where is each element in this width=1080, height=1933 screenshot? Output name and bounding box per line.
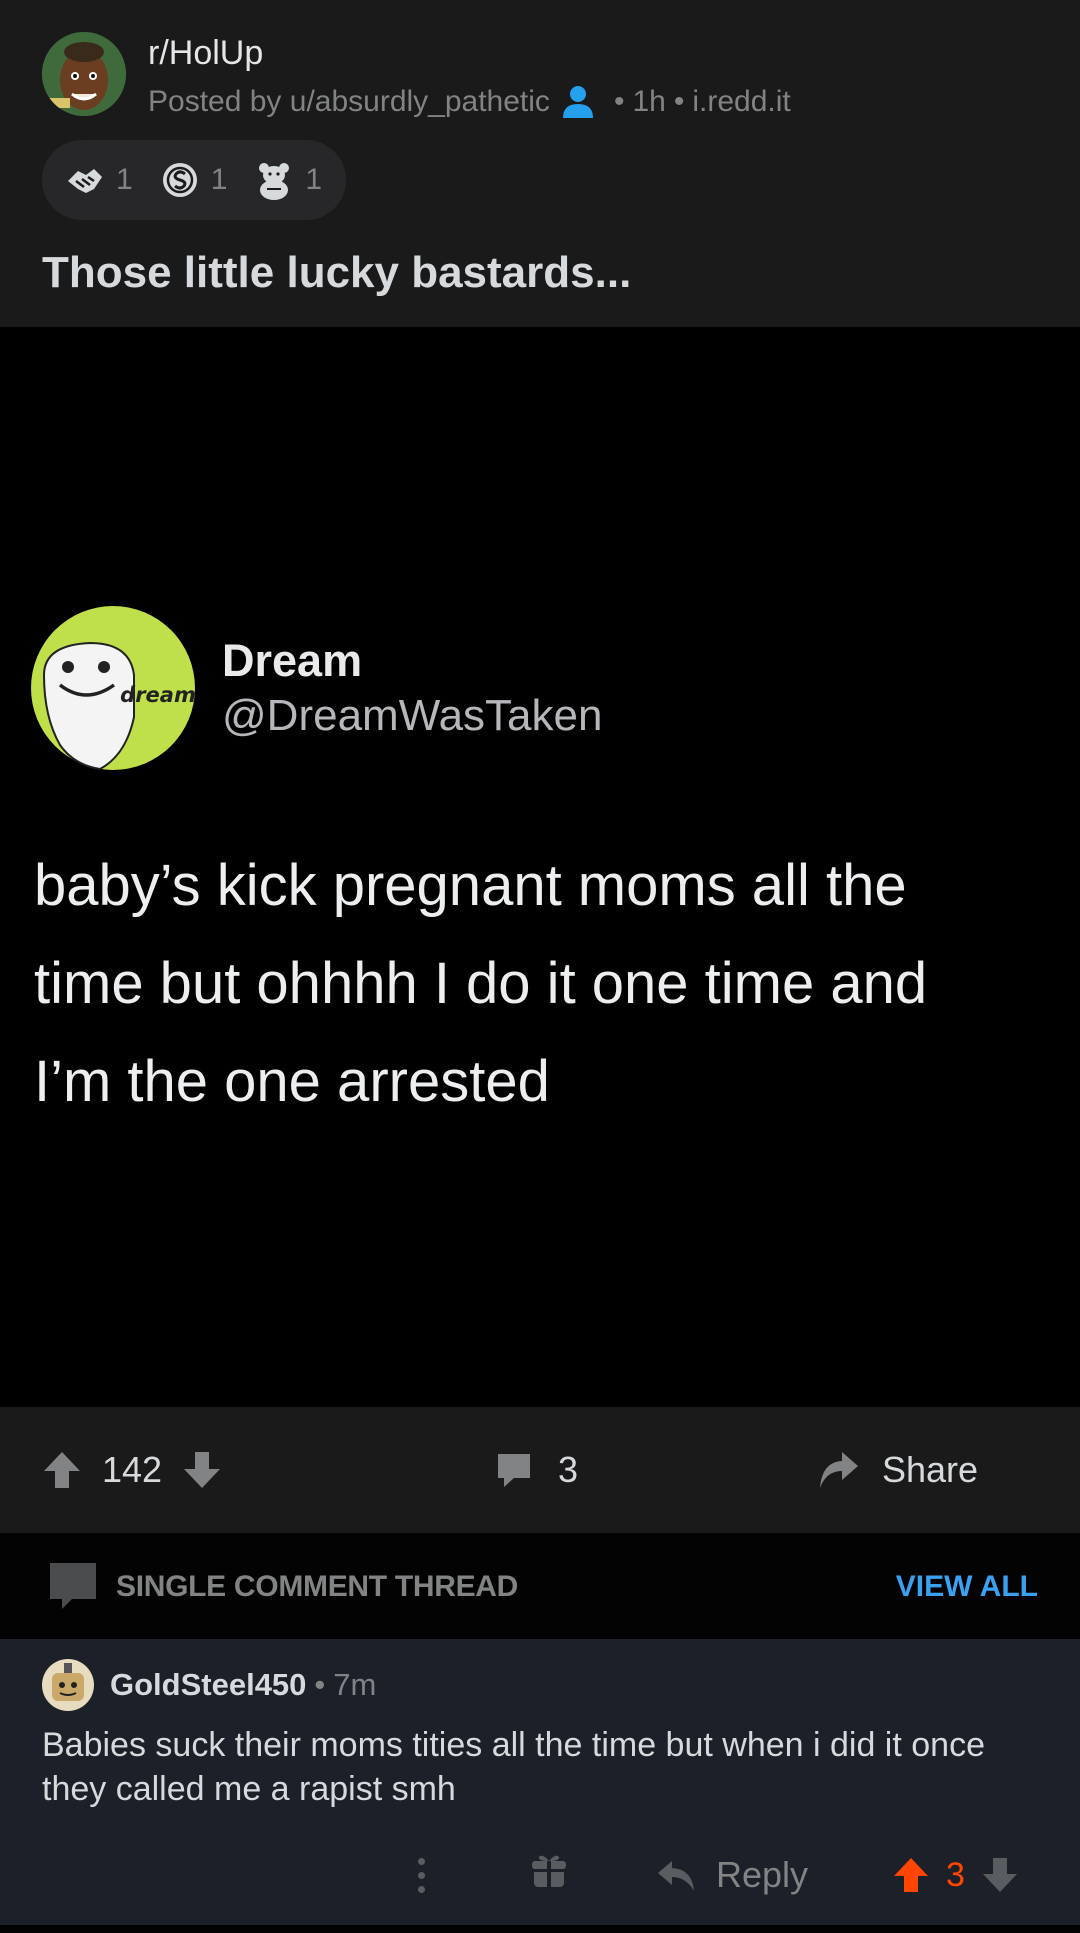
downvote-icon[interactable]	[182, 1450, 222, 1490]
comment-icon	[498, 1454, 530, 1487]
award-handshake: 1	[64, 159, 133, 201]
single-thread-bar: SINGLE COMMENT THREAD VIEW ALL	[0, 1533, 1080, 1639]
comment-count: 3	[558, 1449, 579, 1490]
meta-separator: •	[613, 85, 625, 118]
reply-icon	[658, 1861, 694, 1891]
commenter-avatar[interactable]	[42, 1659, 94, 1711]
silver-coin-award-icon	[162, 163, 197, 197]
comment-more-button[interactable]	[406, 1849, 436, 1901]
post-header: r/HolUp Posted by u/absurdly_pathetic • …	[0, 0, 1080, 327]
share-label: Share	[882, 1449, 979, 1490]
post-age: 1h	[632, 85, 666, 118]
share-button[interactable]: Share	[816, 1407, 978, 1533]
more-dot	[417, 1885, 425, 1893]
more-dot	[417, 1857, 425, 1865]
comment-downvote-icon[interactable]	[981, 1856, 1019, 1894]
tweet-line: time but ohhhh I do it one time and	[34, 951, 928, 1016]
user-profile-icon	[560, 84, 596, 120]
comments-button[interactable]: 3	[494, 1407, 578, 1533]
bear-award-icon	[259, 163, 290, 200]
award-silver: 1	[159, 159, 228, 201]
post-image[interactable]: dream Dream @DreamWasTaken baby’s kick p…	[0, 327, 1080, 1407]
award-count: 1	[210, 163, 228, 196]
comment-actions: Reply 3	[0, 1829, 1080, 1921]
thread-comment-icon	[50, 1563, 96, 1609]
dream-avatar-text: dream	[120, 683, 196, 707]
comment-author[interactable]: GoldSteel450	[110, 1667, 306, 1702]
awards-bar[interactable]: 1 1 1	[42, 140, 347, 220]
award-gift-icon[interactable]	[530, 1851, 568, 1889]
tweet-line: baby’s kick pregnant moms all the	[34, 853, 907, 918]
tweet-author-handle: @DreamWasTaken	[222, 691, 603, 740]
more-dot	[417, 1871, 425, 1879]
dream-avatar: dream	[31, 606, 196, 771]
tweet-author-name: Dream	[222, 635, 363, 686]
handshake-award-icon	[68, 169, 102, 193]
award-count: 1	[305, 163, 323, 196]
post-title[interactable]: Those little lucky bastards...	[42, 248, 631, 298]
comment: GoldSteel450 • 7m Babies suck their moms t…	[0, 1639, 1080, 1925]
comment-meta: GoldSteel450 • 7m	[110, 1667, 376, 1703]
award-count: 1	[116, 163, 133, 196]
subreddit-avatar[interactable]	[42, 32, 126, 116]
reply-label: Reply	[716, 1854, 809, 1895]
subreddit-name[interactable]: r/HolUp	[148, 34, 263, 73]
comment-vote-group: 3	[892, 1829, 1019, 1921]
post-meta: Posted by u/absurdly_pathetic • 1h • i.r…	[148, 84, 791, 120]
share-icon	[820, 1452, 858, 1488]
upvote-icon[interactable]	[42, 1450, 82, 1490]
meta-separator: •	[673, 85, 685, 118]
post-domain[interactable]: i.redd.it	[692, 85, 790, 119]
single-thread-label: SINGLE COMMENT THREAD	[116, 1570, 519, 1603]
comment-age: 7m	[333, 1667, 377, 1702]
comment-upvote-icon[interactable]	[892, 1856, 930, 1894]
award-bear: 1	[253, 159, 322, 201]
tweet-line: I’m the one arrested	[34, 1049, 550, 1114]
posted-by[interactable]: Posted by u/absurdly_pathetic	[148, 85, 550, 119]
post-action-bar: 142 3 Share	[0, 1407, 1080, 1533]
post-score: 142	[102, 1449, 163, 1490]
view-all-link[interactable]: VIEW ALL	[896, 1570, 1038, 1604]
post-vote-group: 142	[42, 1407, 222, 1533]
reply-button[interactable]: Reply	[656, 1829, 808, 1921]
tweet-text: baby’s kick pregnant moms all the time b…	[34, 837, 1064, 1131]
comment-score: 3	[946, 1855, 965, 1894]
comment-body: Babies suck their moms tities all the ti…	[42, 1726, 985, 1808]
comment-separator: •	[314, 1667, 326, 1702]
